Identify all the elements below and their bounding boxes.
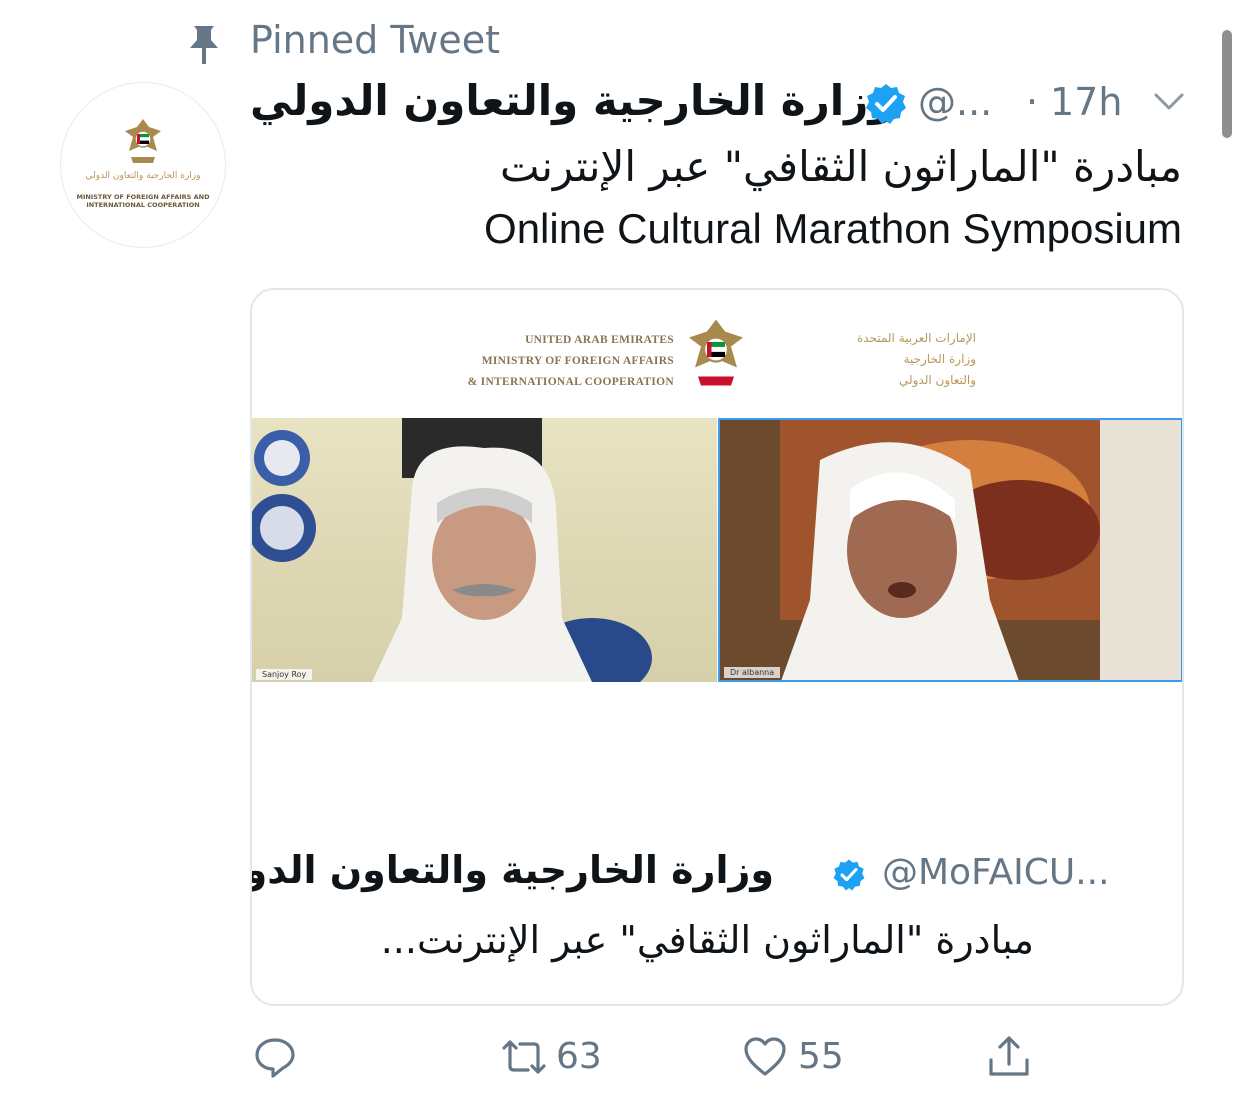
quoted-tweet-card[interactable]: UNITED ARAB EMIRATES MINISTRY OF FOREIGN… — [250, 288, 1184, 1006]
quote-author-name: وزارة الخارجية والتعاون الدولي — [252, 848, 774, 892]
banner-en-line: & INTERNATIONAL COOPERATION — [467, 376, 674, 388]
share-icon[interactable] — [986, 1034, 1032, 1080]
scrollbar[interactable] — [1222, 30, 1232, 138]
banner-ar-line: والتعاون الدولي — [898, 373, 976, 387]
avatar[interactable]: وزارة الخارجية والتعاون الدولي MINISTRY … — [60, 82, 226, 248]
avatar-english-text: MINISTRY OF FOREIGN AFFAIRS AND INTERNAT… — [76, 193, 210, 209]
verified-badge-icon — [833, 859, 865, 891]
card-blank-area — [252, 682, 1182, 832]
pinned-tweet-label: Pinned Tweet — [250, 18, 501, 62]
reply-icon[interactable] — [252, 1034, 298, 1080]
uae-emblem-icon — [689, 319, 743, 386]
video-left-label: Sanjoy Roy — [256, 669, 313, 680]
banner-en-line: MINISTRY OF FOREIGN AFFAIRS — [481, 355, 674, 367]
tweet-text-arabic: مبادرة "الماراثون الثقافي" عبر الإنترنت — [500, 142, 1182, 191]
author-handle[interactable]: @... — [918, 80, 992, 124]
retweet-icon[interactable] — [496, 1034, 552, 1080]
uae-emblem-icon — [125, 119, 161, 163]
tweet-time[interactable]: 17h — [1050, 80, 1122, 124]
pin-icon — [190, 26, 218, 64]
separator-dot: · — [1026, 80, 1039, 124]
retweet-count: 63 — [556, 1036, 602, 1077]
like-count: 55 — [798, 1036, 844, 1077]
quote-author-handle: @MoFAICU... — [882, 852, 1110, 893]
avatar-arabic-text: وزارة الخارجية والتعاون الدولي — [85, 171, 201, 181]
banner-ar-line: وزارة الخارجية — [903, 352, 976, 366]
card-banner: UNITED ARAB EMIRATES MINISTRY OF FOREIGN… — [252, 290, 1182, 418]
heart-icon[interactable] — [742, 1034, 788, 1080]
video-right-scene — [720, 420, 1181, 680]
banner-ar-line: الإمارات العربية المتحدة — [857, 331, 976, 345]
verified-badge-icon — [866, 84, 906, 124]
video-right-label: Dr albanna — [724, 667, 781, 678]
video-tile-left: Sanjoy Roy — [252, 418, 717, 682]
banner-arabic: الإمارات العربية المتحدة وزارة الخارجية … — [754, 328, 976, 391]
video-tile-right: Dr albanna — [718, 418, 1182, 682]
quote-text: مبادرة "الماراثون الثقافي" عبر الإنترنت.… — [380, 918, 1034, 962]
video-left-scene — [252, 418, 652, 682]
chevron-down-icon[interactable] — [1152, 88, 1186, 114]
author-name[interactable]: وزارة الخارجية والتعاون الدولي — [250, 76, 894, 125]
tweet-text-english: Online Cultural Marathon Symposium — [484, 205, 1182, 252]
banner-english: UNITED ARAB EMIRATES MINISTRY OF FOREIGN… — [402, 330, 674, 393]
banner-en-line: UNITED ARAB EMIRATES — [525, 334, 674, 346]
